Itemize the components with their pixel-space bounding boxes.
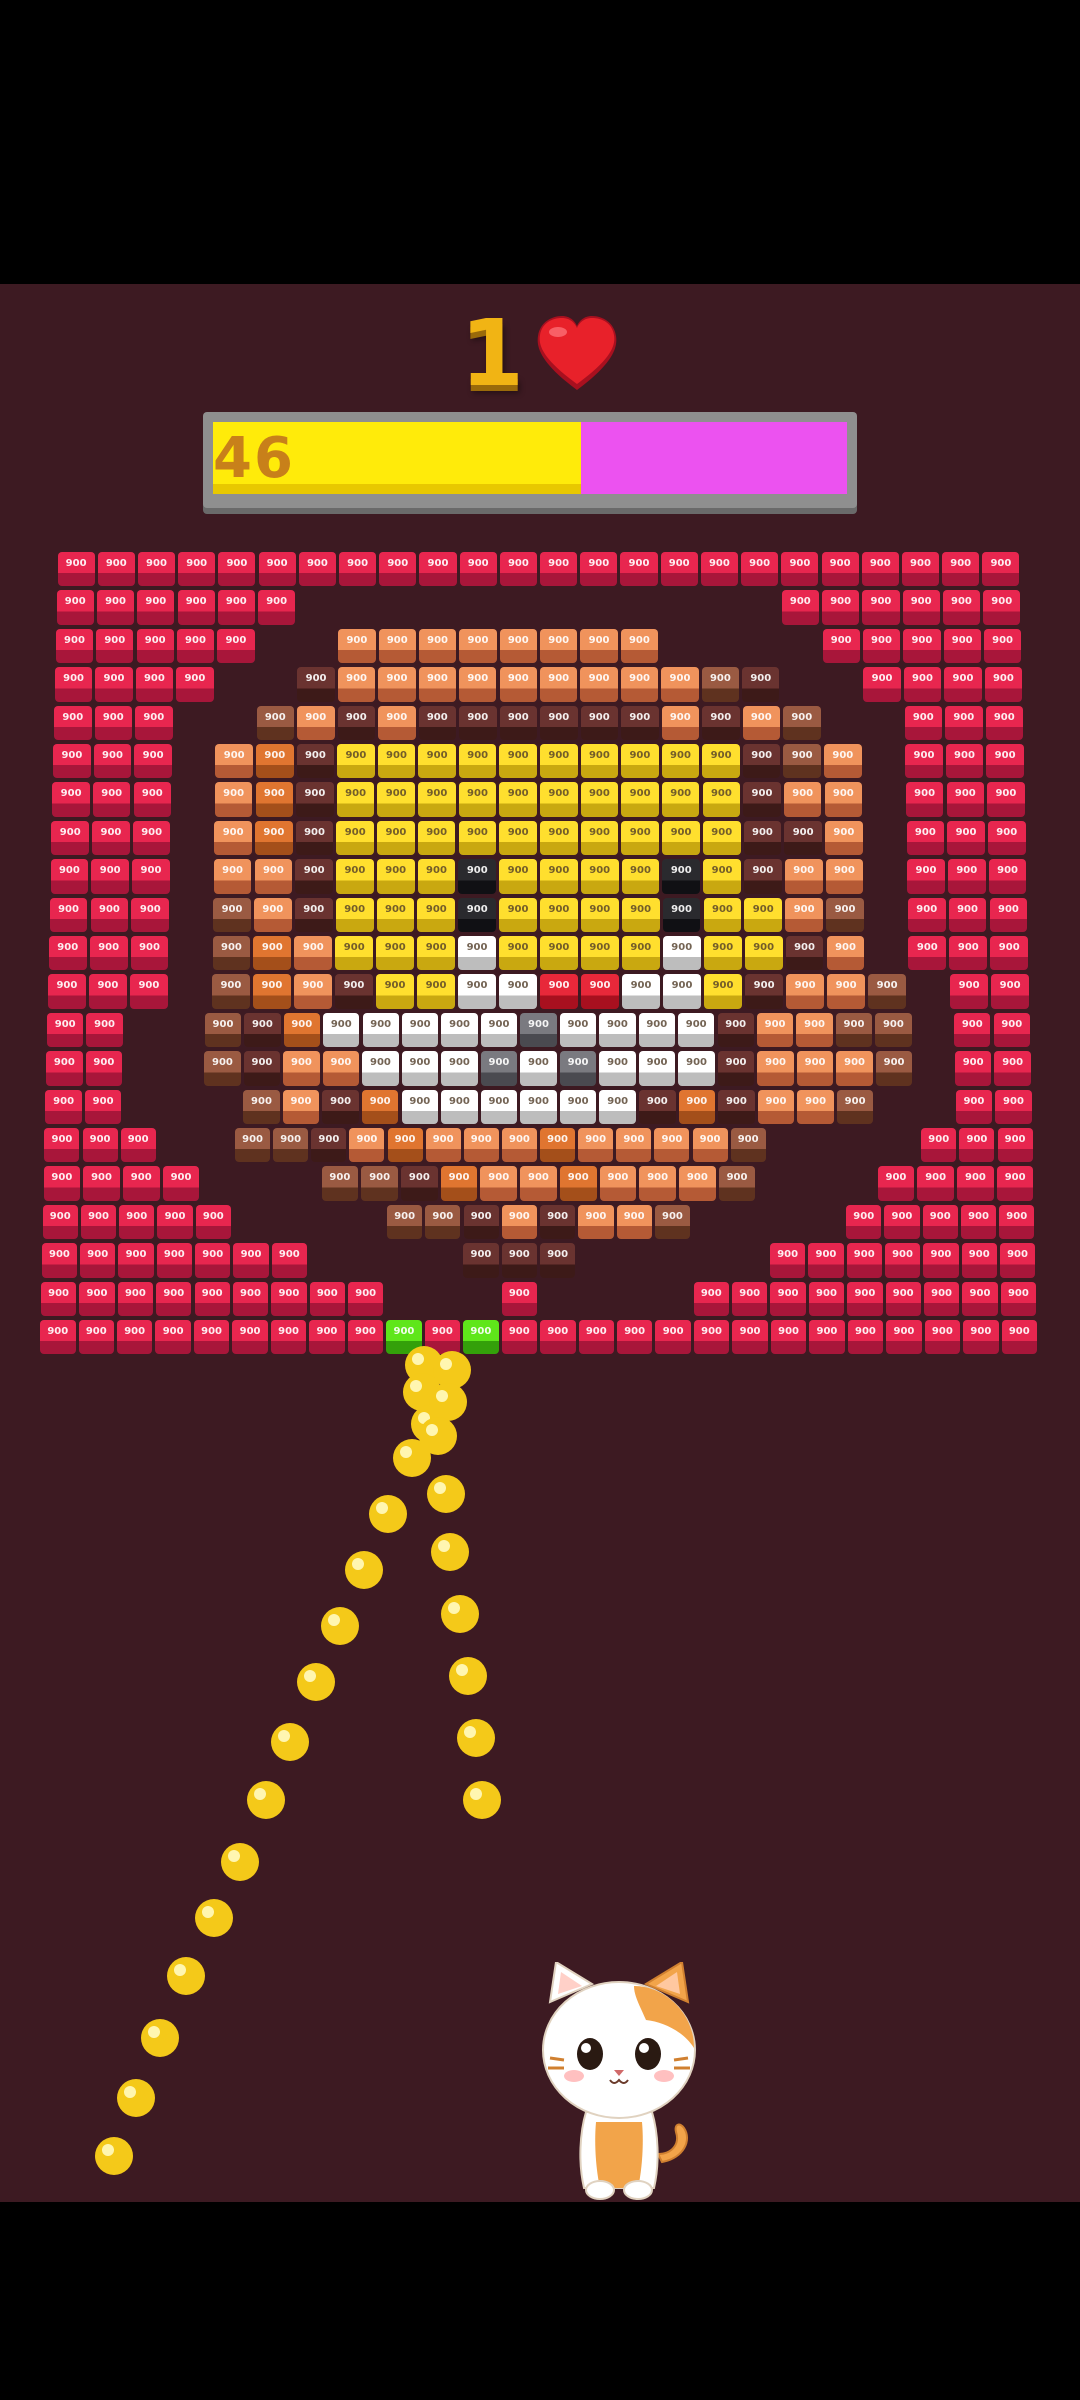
ball bbox=[463, 1781, 501, 1819]
progress-track: 46 bbox=[213, 422, 847, 494]
ball bbox=[345, 1551, 383, 1589]
ball-highlight bbox=[448, 1602, 460, 1614]
ball bbox=[457, 1719, 495, 1757]
heart-icon bbox=[537, 316, 617, 390]
ball-highlight bbox=[102, 2144, 114, 2156]
ball-highlight bbox=[410, 1380, 422, 1392]
ball-highlight bbox=[436, 1390, 448, 1402]
ball bbox=[117, 2079, 155, 2117]
ball bbox=[221, 1843, 259, 1881]
ball-highlight bbox=[174, 1964, 186, 1976]
ball-highlight bbox=[124, 2086, 136, 2098]
ball-highlight bbox=[426, 1424, 438, 1436]
ball bbox=[271, 1723, 309, 1761]
ball-highlight bbox=[228, 1850, 240, 1862]
progress-value: 46 bbox=[213, 425, 295, 491]
ball-highlight bbox=[352, 1558, 364, 1570]
ball-highlight bbox=[464, 1726, 476, 1738]
ball-highlight bbox=[438, 1540, 450, 1552]
ball-highlight bbox=[400, 1446, 412, 1458]
lives-display: 1 bbox=[0, 304, 1080, 404]
ball-highlight bbox=[470, 1788, 482, 1800]
ball bbox=[195, 1899, 233, 1937]
ball bbox=[431, 1533, 469, 1571]
ball-highlight bbox=[434, 1482, 446, 1494]
ball bbox=[247, 1781, 285, 1819]
ball bbox=[429, 1383, 467, 1421]
cat-icon[interactable] bbox=[534, 1962, 706, 2202]
ball bbox=[433, 1351, 471, 1389]
progress-fill: 46 bbox=[213, 422, 581, 494]
ball bbox=[369, 1495, 407, 1533]
ball-highlight bbox=[328, 1614, 340, 1626]
ball-highlight bbox=[412, 1353, 424, 1365]
ball bbox=[441, 1595, 479, 1633]
level-progress-bar: 46 bbox=[203, 412, 857, 508]
ball bbox=[419, 1417, 457, 1455]
ball bbox=[167, 1957, 205, 1995]
ball bbox=[141, 2019, 179, 2057]
ball-highlight bbox=[456, 1664, 468, 1676]
ball-highlight bbox=[376, 1502, 388, 1514]
ball bbox=[427, 1475, 465, 1513]
ball-highlight bbox=[254, 1788, 266, 1800]
ball-highlight bbox=[440, 1358, 452, 1370]
ball bbox=[297, 1663, 335, 1701]
lives-count: 1 bbox=[459, 300, 524, 407]
ball-trail bbox=[95, 1346, 501, 2175]
ball-highlight bbox=[304, 1670, 316, 1682]
game-screen[interactable]: 900 900 900 900 900 900 900 900 900 900 900 900 900 9… bbox=[0, 284, 1080, 2202]
ball bbox=[449, 1657, 487, 1695]
ball bbox=[321, 1607, 359, 1645]
ball-highlight bbox=[278, 1730, 290, 1742]
ball bbox=[95, 2137, 133, 2175]
ball-highlight bbox=[202, 1906, 214, 1918]
ball-highlight bbox=[148, 2026, 160, 2038]
